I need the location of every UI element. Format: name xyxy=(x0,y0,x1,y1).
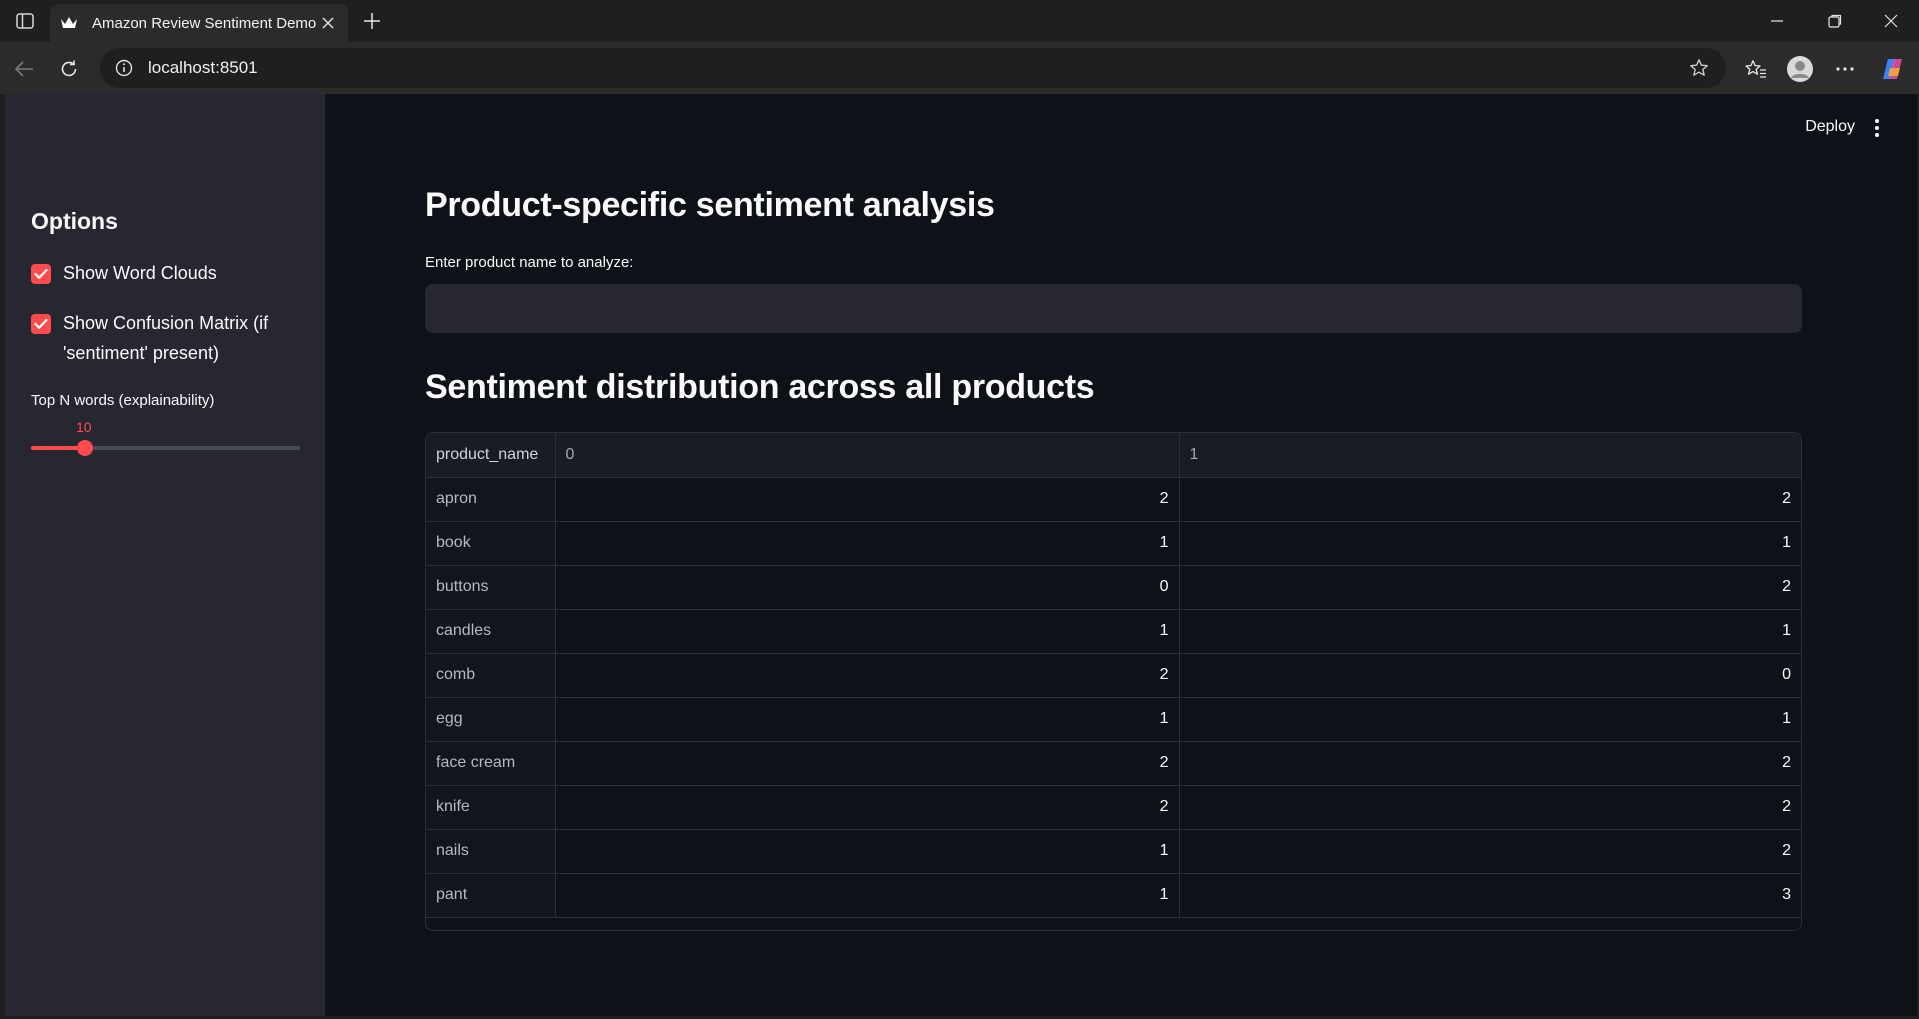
checkbox-checked-icon[interactable] xyxy=(31,264,51,284)
table-cell[interactable]: 1 xyxy=(555,609,1180,654)
sentiment-distribution-table[interactable]: product_name 0 1 apron 2 2 book 1 1 buttons 0 2 c… xyxy=(425,432,1802,931)
column-header[interactable]: 0 xyxy=(555,433,1180,478)
row-index-cell[interactable]: comb xyxy=(426,653,556,698)
close-window-icon[interactable] xyxy=(1877,8,1905,34)
section-title-product-analysis: Product-specific sentiment analysis xyxy=(425,186,995,224)
checkbox-label[interactable]: Show Word Clouds xyxy=(63,258,217,288)
browser-tab-bar: Amazon Review Sentiment Demo xyxy=(0,0,1919,42)
table-row: nails 1 2 xyxy=(426,829,1801,874)
profile-avatar-icon[interactable] xyxy=(1784,53,1816,85)
table-cell[interactable]: 1 xyxy=(555,697,1180,742)
product-name-input[interactable] xyxy=(425,284,1802,333)
sidebar-heading: Options xyxy=(31,208,118,234)
table-cell[interactable]: 1 xyxy=(555,829,1180,874)
row-index-cell[interactable]: nails xyxy=(426,829,556,874)
table-row: comb 2 0 xyxy=(426,653,1801,698)
table-cell[interactable]: 1 xyxy=(1179,521,1801,566)
product-input-label: Enter product name to analyze: xyxy=(425,254,634,271)
favorites-icon[interactable] xyxy=(1740,53,1772,85)
column-header[interactable]: product_name xyxy=(426,433,556,478)
table-cell[interactable]: 1 xyxy=(1179,609,1801,654)
table-cell[interactable]: 1 xyxy=(1179,697,1801,742)
close-tab-icon[interactable] xyxy=(318,13,338,33)
table-cell[interactable]: 2 xyxy=(1179,741,1801,786)
table-cell[interactable]: 1 xyxy=(555,521,1180,566)
slider-thumb[interactable] xyxy=(76,440,93,456)
table-row: egg 1 1 xyxy=(426,697,1801,742)
tab-actions-icon[interactable] xyxy=(12,10,38,32)
back-arrow-icon[interactable] xyxy=(10,55,38,83)
row-index-cell[interactable]: pant xyxy=(426,873,556,918)
table-cell[interactable]: 2 xyxy=(1179,477,1801,522)
row-index-cell[interactable]: face cream xyxy=(426,741,556,786)
table-row: face cream 2 2 xyxy=(426,741,1801,786)
table-cell[interactable]: 2 xyxy=(1179,565,1801,610)
table-cell[interactable]: 2 xyxy=(1179,829,1801,874)
table-row: candles 1 1 xyxy=(426,609,1801,654)
section-title-sentiment-distribution: Sentiment distribution across all produc… xyxy=(425,368,1095,406)
table-cell[interactable]: 3 xyxy=(1179,873,1801,918)
row-index-cell[interactable]: buttons xyxy=(426,565,556,610)
table-cell[interactable]: 2 xyxy=(555,653,1180,698)
table-cell[interactable]: 2 xyxy=(1179,785,1801,830)
checkbox-checked-icon[interactable] xyxy=(31,314,51,334)
row-index-cell[interactable]: book xyxy=(426,521,556,566)
table-row: apron 2 2 xyxy=(426,477,1801,522)
row-index-cell[interactable]: candles xyxy=(426,609,556,654)
table-cell[interactable]: 2 xyxy=(555,477,1180,522)
column-header[interactable]: 1 xyxy=(1179,433,1801,478)
table-row: book 1 1 xyxy=(426,521,1801,566)
table-row: knife 2 2 xyxy=(426,785,1801,830)
main-menu-icon[interactable] xyxy=(1867,116,1887,140)
table-cell[interactable]: 1 xyxy=(555,873,1180,918)
table-cell[interactable]: 0 xyxy=(1179,653,1801,698)
slider-value: 10 xyxy=(76,419,92,435)
main-content: Deploy Product-specific sentiment analys… xyxy=(325,94,1917,1016)
table-header-row: product_name 0 1 xyxy=(426,433,1801,478)
new-tab-icon[interactable] xyxy=(359,8,385,34)
top-n-words-slider[interactable] xyxy=(31,440,300,456)
favorite-star-icon[interactable] xyxy=(1686,55,1712,81)
streamlit-crown-icon xyxy=(60,14,78,32)
browser-tab-active[interactable]: Amazon Review Sentiment Demo xyxy=(50,4,348,42)
sidebar: Options Show Word Clouds Show Confusion … xyxy=(5,94,325,1016)
table-row: pant 1 3 xyxy=(426,873,1801,918)
tab-title: Amazon Review Sentiment Demo xyxy=(92,14,317,32)
row-index-cell[interactable]: knife xyxy=(426,785,556,830)
slider-label: Top N words (explainability) xyxy=(31,392,215,409)
checkbox-show-word-clouds[interactable]: Show Word Clouds xyxy=(31,262,217,288)
restore-icon[interactable] xyxy=(1821,8,1849,34)
table-cell[interactable]: 2 xyxy=(555,741,1180,786)
checkbox-label[interactable]: Show Confusion Matrix (if 'sentiment' pr… xyxy=(63,308,301,368)
table-cell[interactable]: 2 xyxy=(555,785,1180,830)
url-text[interactable]: localhost:8501 xyxy=(148,58,1686,78)
table-row: buttons 0 2 xyxy=(426,565,1801,610)
app-viewport: Options Show Word Clouds Show Confusion … xyxy=(5,94,1917,1016)
row-index-cell[interactable]: egg xyxy=(426,697,556,742)
copilot-icon[interactable] xyxy=(1877,53,1909,85)
minimize-icon[interactable] xyxy=(1763,8,1791,34)
row-index-cell[interactable]: apron xyxy=(426,477,556,522)
checkbox-show-confusion-matrix[interactable]: Show Confusion Matrix (if 'sentiment' pr… xyxy=(31,312,301,368)
browser-toolbar: localhost:8501 xyxy=(0,42,1919,94)
deploy-button[interactable]: Deploy xyxy=(1805,118,1855,136)
more-options-icon[interactable] xyxy=(1829,53,1861,85)
reload-icon[interactable] xyxy=(55,55,83,83)
table-cell[interactable]: 0 xyxy=(555,565,1180,610)
site-info-icon[interactable] xyxy=(114,58,134,78)
address-bar[interactable]: localhost:8501 xyxy=(100,48,1726,88)
